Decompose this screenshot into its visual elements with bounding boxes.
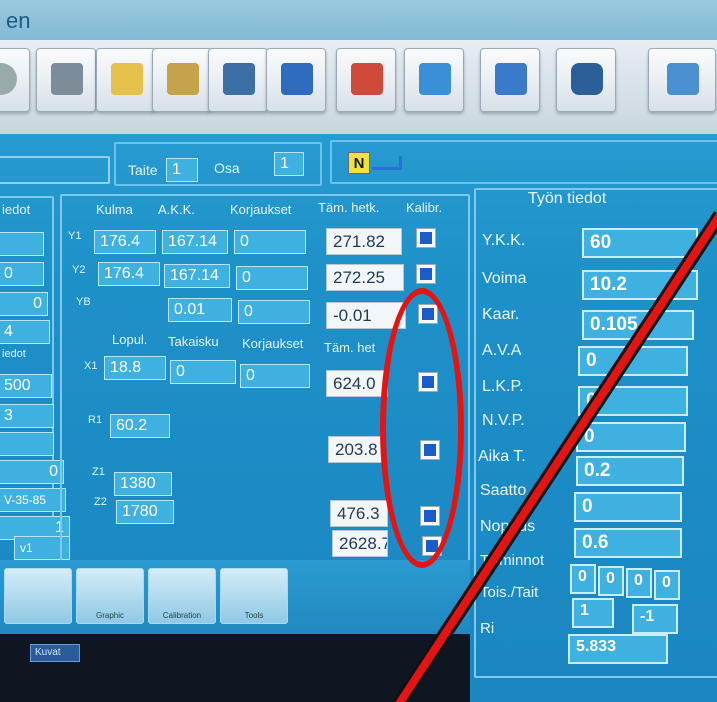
red-annotation-line <box>391 211 717 702</box>
cnc-screen: en Taite 1 Osa 1 N iedot 0 0 4 iedot 500… <box>0 0 717 702</box>
